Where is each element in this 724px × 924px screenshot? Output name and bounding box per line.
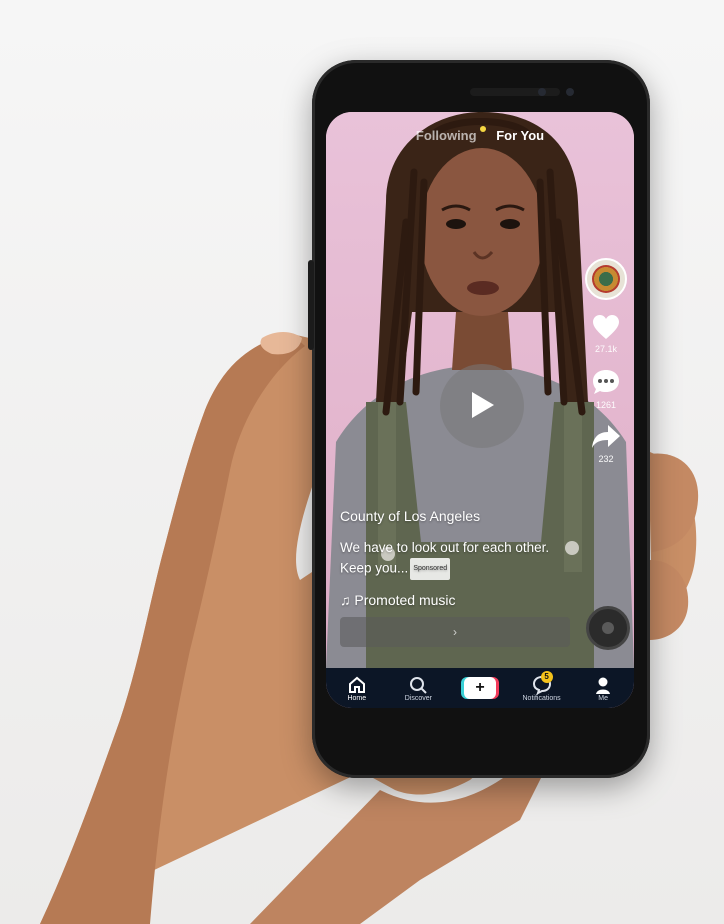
play-icon xyxy=(472,392,494,418)
comment-button[interactable]: 1261 xyxy=(582,368,630,410)
county-seal-icon xyxy=(592,265,620,293)
plus-icon: + xyxy=(475,679,485,696)
search-icon xyxy=(410,676,428,694)
phone-speaker xyxy=(470,88,560,96)
nav-home-label: Home xyxy=(347,694,367,702)
nav-discover[interactable]: Discover xyxy=(390,675,446,702)
action-rail: 27.1k 1261 232 xyxy=(582,258,630,464)
nav-notifications[interactable]: 5 Notifications xyxy=(514,670,570,702)
tab-following[interactable]: Following xyxy=(416,128,477,143)
nav-me-label: Me xyxy=(598,694,609,702)
share-button[interactable]: 232 xyxy=(582,424,630,464)
sensor-icon xyxy=(566,88,574,96)
heart-icon xyxy=(593,315,619,339)
nav-home[interactable]: Home xyxy=(329,675,385,702)
create-button[interactable]: + xyxy=(463,677,496,699)
camera-icon xyxy=(538,88,546,96)
tab-for-you[interactable]: For You xyxy=(496,128,544,143)
phone-screen: Following For You 27.1k 1261 232 County … xyxy=(326,112,634,708)
notification-badge: 5 xyxy=(540,670,553,683)
nav-discover-label: Discover xyxy=(404,694,432,702)
like-count: 27.1k xyxy=(594,344,618,354)
new-content-dot xyxy=(480,126,486,132)
cta-button[interactable]: › xyxy=(340,617,570,647)
author-name[interactable]: County of Los Angeles xyxy=(340,508,570,524)
nav-notifications-label: Notifications xyxy=(522,694,561,702)
nav-create[interactable]: + xyxy=(452,677,508,699)
profile-icon xyxy=(596,677,611,694)
share-icon xyxy=(592,425,620,448)
post-caption: County of Los Angeles We have to look ou… xyxy=(340,508,570,608)
share-count: 232 xyxy=(598,454,614,464)
creator-avatar[interactable] xyxy=(585,258,627,300)
post-description[interactable]: We have to look out for each other. Keep… xyxy=(340,538,570,580)
comment-count: 1261 xyxy=(595,400,617,410)
home-icon xyxy=(348,676,365,693)
nav-me[interactable]: Me xyxy=(575,675,631,702)
music-disc-icon[interactable] xyxy=(586,606,630,650)
comment-icon xyxy=(593,370,619,394)
like-button[interactable]: 27.1k xyxy=(582,314,630,354)
play-button[interactable] xyxy=(440,364,524,448)
music-label[interactable]: ♫ Promoted music xyxy=(340,592,570,608)
sponsored-badge: Sponsored xyxy=(410,558,451,580)
bottom-nav: Home Discover + 5 Notifications Me xyxy=(326,668,634,708)
